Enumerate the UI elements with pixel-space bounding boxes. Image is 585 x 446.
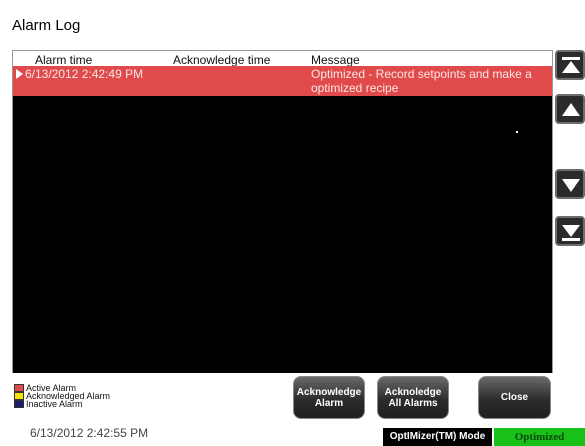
column-header-message[interactable]: Message <box>311 53 360 67</box>
legend-label: Inactive Alarm <box>26 399 83 409</box>
alarm-log-table: Alarm time Acknowledge time Message 6/13… <box>12 50 553 373</box>
scroll-to-top-button[interactable] <box>555 50 585 80</box>
mode-label: OptIMizer(TM) Mode <box>383 428 492 446</box>
scroll-down-icon <box>562 179 580 192</box>
alarm-list[interactable]: 6/13/2012 2:42:49 PM Optimized - Record … <box>13 66 552 373</box>
message-cell: Optimized - Record setpoints and make a … <box>311 67 532 95</box>
table-header: Alarm time Acknowledge time Message <box>13 51 552 67</box>
acknowledge-all-alarms-button[interactable]: Acknoledge All Alarms <box>377 376 449 419</box>
status-timestamp: 6/13/2012 2:42:55 PM <box>30 426 149 440</box>
scroll-up-icon <box>562 103 580 116</box>
acknowledged-alarm-swatch <box>14 392 24 400</box>
stray-pixel <box>516 131 518 133</box>
inactive-alarm-swatch <box>14 400 24 408</box>
scroll-to-bottom-icon <box>562 225 580 241</box>
scroll-down-button[interactable] <box>555 169 585 199</box>
row-selector-icon <box>16 69 23 79</box>
alarm-legend: Active Alarm Acknowledged Alarm Inactive… <box>14 384 110 409</box>
close-label: Close <box>500 392 529 403</box>
active-alarm-swatch <box>14 384 24 392</box>
acknowledge-all-alarms-label: Acknoledge All Alarms <box>384 386 442 409</box>
acknowledge-alarm-label: Acknowledge Alarm <box>296 386 362 409</box>
window-title: Alarm Log <box>12 17 81 34</box>
acknowledge-alarm-button[interactable]: Acknowledge Alarm <box>293 376 365 419</box>
column-header-acknowledge-time[interactable]: Acknowledge time <box>173 53 270 67</box>
scroll-up-button[interactable] <box>555 94 585 124</box>
column-header-alarm-time[interactable]: Alarm time <box>35 53 92 67</box>
scroll-to-bottom-button[interactable] <box>555 216 585 246</box>
alarm-time-cell: 6/13/2012 2:42:49 PM <box>25 67 144 81</box>
table-row[interactable]: 6/13/2012 2:42:49 PM Optimized - Record … <box>13 66 552 96</box>
scroll-to-top-icon <box>562 57 580 73</box>
legend-item-inactive: Inactive Alarm <box>14 399 110 409</box>
close-button[interactable]: Close <box>478 376 551 419</box>
mode-status-badge: Optimized <box>494 428 585 446</box>
